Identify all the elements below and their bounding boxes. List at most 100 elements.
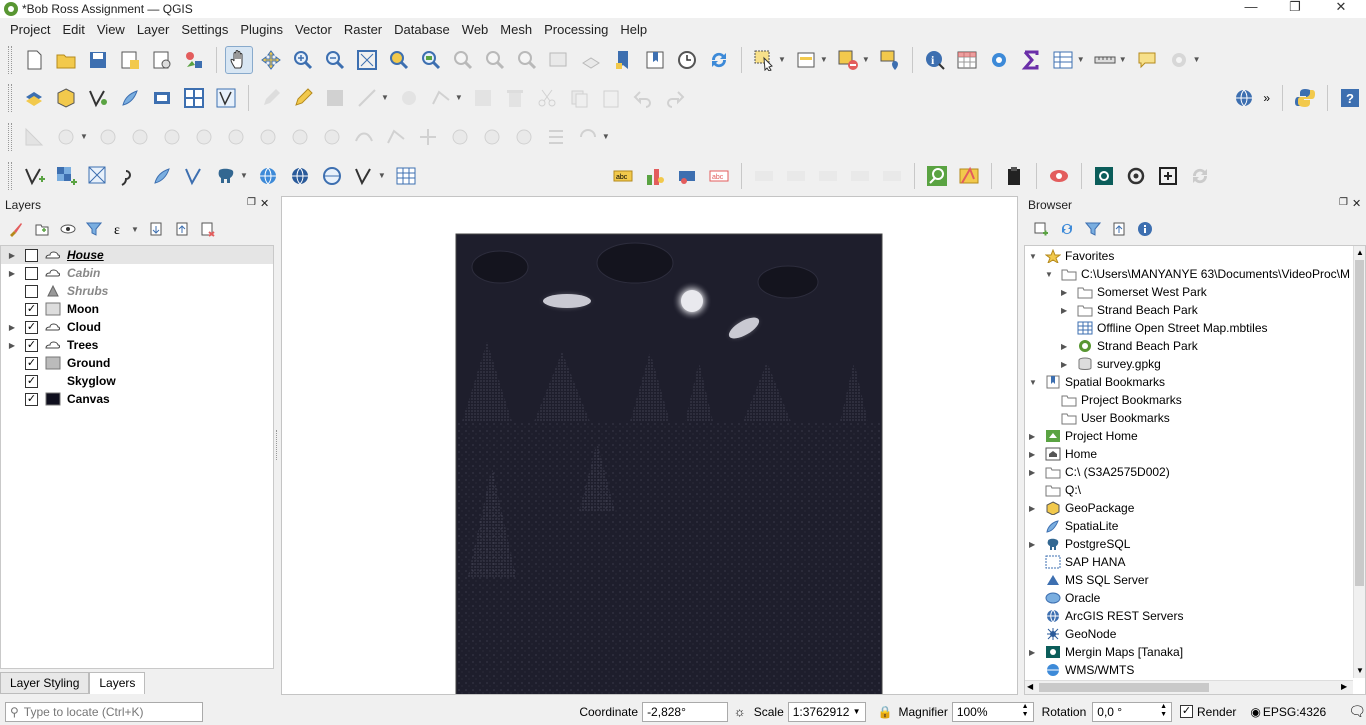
messages-icon[interactable]: 🗨 (1348, 703, 1366, 720)
quick-map-search-button[interactable] (923, 162, 951, 190)
add-wcs-layer-button[interactable] (318, 162, 346, 190)
collapse-arrow-icon[interactable]: ▼ (1029, 252, 1045, 261)
collapse-all-button[interactable] (172, 219, 192, 239)
browser-item[interactable]: MS SQL Server (1029, 571, 1149, 589)
new-geopackage-button[interactable] (52, 84, 80, 112)
tab-layers[interactable]: Layers (89, 672, 146, 694)
chevron-down-icon[interactable]: ▼ (455, 93, 463, 102)
menu-plugins[interactable]: Plugins (234, 22, 289, 37)
toolbar-handle[interactable] (8, 122, 12, 151)
plugin-button[interactable] (1165, 46, 1193, 74)
layer-row[interactable]: Shrubs (1, 282, 273, 300)
close-button[interactable]: ✕ (1318, 0, 1364, 18)
menu-help[interactable]: Help (614, 22, 653, 37)
add-layer-table-button[interactable] (392, 162, 420, 190)
expand-arrow-icon[interactable]: ▶ (1029, 648, 1045, 657)
rotate-feature-button[interactable] (94, 123, 122, 151)
browser-item[interactable]: ▶ C:\ (S3A2575D002) (1029, 463, 1170, 481)
open-project-button[interactable] (52, 46, 80, 74)
undo-button[interactable] (629, 84, 657, 112)
current-edits-button[interactable] (257, 84, 285, 112)
zoom-out-button[interactable] (321, 46, 349, 74)
properties-button[interactable] (1135, 219, 1155, 239)
expand-arrow-icon[interactable]: ▶ (7, 341, 17, 350)
highlight-pinned-labels-button[interactable] (673, 162, 701, 190)
rotate-label-button[interactable] (846, 162, 874, 190)
new-shapefile-button[interactable] (84, 84, 112, 112)
digitize-shape-button[interactable] (395, 84, 423, 112)
locator-search-input[interactable]: ⚲ Type to locate (Ctrl+K) (5, 701, 204, 722)
filter-expression-button[interactable]: ε (110, 219, 130, 239)
mergin-plugin-button[interactable] (1090, 162, 1118, 190)
layer-visibility-checkbox[interactable]: ✓ (25, 356, 38, 370)
browser-item[interactable]: ArcGIS REST Servers (1029, 607, 1183, 625)
deselect-features-button[interactable] (834, 46, 862, 74)
menu-settings[interactable]: Settings (175, 22, 234, 37)
remove-layer-button[interactable] (198, 219, 218, 239)
new-print-layout-button[interactable] (116, 46, 144, 74)
help-button[interactable]: ? (1336, 84, 1364, 112)
chevron-down-icon[interactable]: ▼ (80, 132, 88, 141)
filter-browser-button[interactable] (1083, 219, 1103, 239)
cut-features-button[interactable] (533, 84, 561, 112)
clipboard-plugin-button[interactable] (1000, 162, 1028, 190)
toolbar-handle[interactable] (8, 161, 12, 190)
layer-row[interactable]: ▶ ✓ Cloud (1, 318, 273, 336)
refresh-browser-button[interactable] (1057, 219, 1077, 239)
browser-item[interactable]: ▶ Home (1029, 445, 1097, 463)
rotation-spinbox[interactable]: 0,0 ° ▲ ▼ (1092, 701, 1173, 722)
modify-attributes-button[interactable] (469, 84, 497, 112)
open-field-calculator-button[interactable] (1049, 46, 1077, 74)
expand-arrow-icon[interactable]: ▶ (1029, 540, 1045, 549)
expand-arrow-icon[interactable]: ▶ (1061, 306, 1077, 315)
scrollbar-thumb[interactable] (1355, 260, 1364, 586)
expand-arrow-icon[interactable]: ▶ (1029, 450, 1045, 459)
split-features-button[interactable] (446, 123, 474, 151)
add-ring-button[interactable] (158, 123, 186, 151)
select-by-value-button[interactable] (792, 46, 820, 74)
select-by-location-button[interactable] (876, 46, 904, 74)
browser-item[interactable]: Offline Open Street Map.mbtiles (1061, 319, 1268, 337)
add-raster-layer-button[interactable] (52, 162, 80, 190)
browser-item[interactable]: ▶ Strand Beach Park (1061, 301, 1198, 319)
delete-selected-button[interactable] (501, 84, 529, 112)
chevron-down-icon[interactable]: ▼ (131, 225, 139, 234)
open-attribute-table-button[interactable] (953, 46, 981, 74)
chevron-down-icon[interactable]: ▼ (1077, 55, 1085, 64)
collapse-arrow-icon[interactable]: ▼ (1029, 378, 1045, 387)
layer-visibility-checkbox[interactable] (25, 284, 38, 298)
map-tips-button[interactable] (1133, 46, 1161, 74)
change-label-button[interactable] (878, 162, 906, 190)
menu-mesh[interactable]: Mesh (494, 22, 538, 37)
scroll-up-icon[interactable]: ▲ (1356, 248, 1364, 257)
expand-arrow-icon[interactable]: ▶ (1061, 342, 1077, 351)
layer-row[interactable]: ▶ Cabin (1, 264, 273, 282)
menu-vector[interactable]: Vector (289, 22, 338, 37)
rotate-symbols-button[interactable] (574, 123, 602, 151)
statistical-summary-button[interactable] (1017, 46, 1045, 74)
scroll-down-icon[interactable]: ▼ (1356, 666, 1364, 675)
delete-part-button[interactable] (286, 123, 314, 151)
new-mesh-layer-button[interactable] (212, 84, 240, 112)
browser-item[interactable]: ▶ Somerset West Park (1061, 283, 1207, 301)
split-parts-button[interactable] (478, 123, 506, 151)
reshape-button[interactable] (318, 123, 346, 151)
show-bookmarks-button[interactable] (641, 46, 669, 74)
browser-item[interactable]: GeoNode (1029, 625, 1116, 643)
show-label-button[interactable] (782, 162, 810, 190)
filter-legend-button[interactable] (84, 219, 104, 239)
expand-arrow-icon[interactable]: ▶ (1061, 288, 1077, 297)
browser-item[interactable]: ▶ Project Home (1029, 427, 1138, 445)
add-selected-layers-button[interactable] (1031, 219, 1051, 239)
browser-item[interactable]: ▼ Favorites (1029, 247, 1114, 265)
mergin-settings-button[interactable] (1122, 162, 1150, 190)
expand-arrow-icon[interactable]: ▶ (7, 323, 17, 332)
layer-visibility-checkbox[interactable]: ✓ (25, 338, 38, 352)
toggle-labels-button[interactable]: abc (705, 162, 733, 190)
save-edits-button[interactable] (321, 84, 349, 112)
reverse-line-button[interactable] (382, 123, 410, 151)
layer-row[interactable]: ▶ ✓ Trees (1, 336, 273, 354)
layout-manager-button[interactable] (148, 46, 176, 74)
layer-visibility-checkbox[interactable]: ✓ (25, 302, 38, 316)
new-spatialite-button[interactable] (116, 84, 144, 112)
